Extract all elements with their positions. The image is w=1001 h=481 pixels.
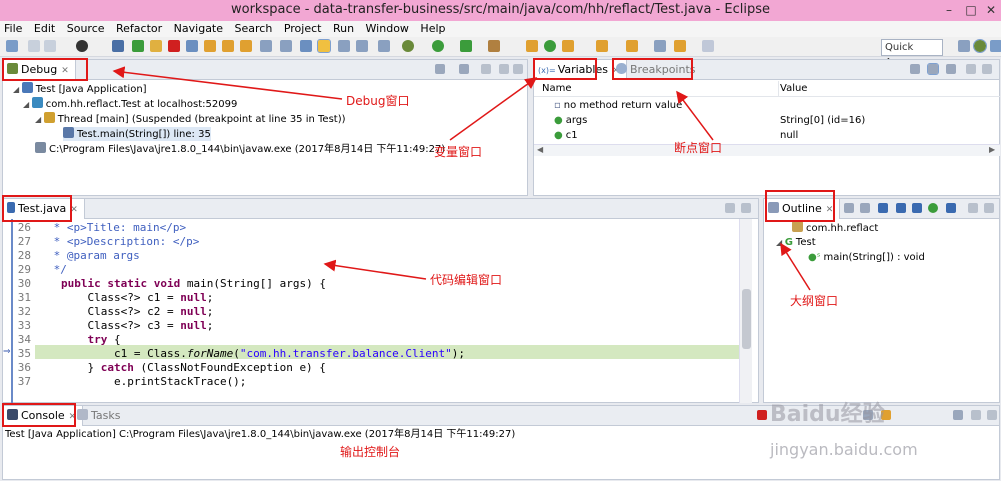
annotation-editor-label: 代码编辑窗口 [430,273,503,287]
annotation-outline-label: 大纲窗口 [790,294,839,308]
arrow-editor [323,259,427,280]
arrow-variables [449,77,538,141]
annotation-debug-label: Debug窗口 [346,94,410,108]
annotation-arrows [112,66,811,291]
arrow-outline [780,242,811,291]
arrow-breakpoints [676,90,714,141]
annotation-console-label: 输出控制台 [340,445,401,459]
annotation-variables-label: 变量窗口 [434,145,483,159]
arrow-debug [112,66,343,100]
annotation-breakpoints-label: 断点窗口 [674,141,723,155]
